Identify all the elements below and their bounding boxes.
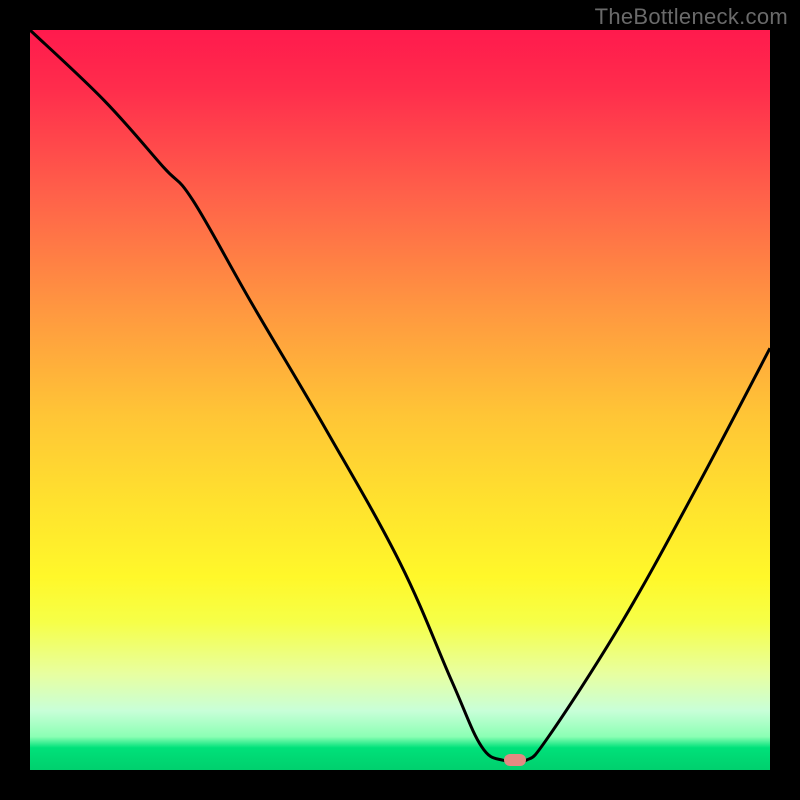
optimal-point-marker [504, 754, 526, 766]
curve-svg [30, 30, 770, 770]
bottleneck-curve-path [30, 30, 770, 763]
chart-frame: TheBottleneck.com [0, 0, 800, 800]
plot-area [30, 30, 770, 770]
watermark-text: TheBottleneck.com [595, 4, 788, 30]
